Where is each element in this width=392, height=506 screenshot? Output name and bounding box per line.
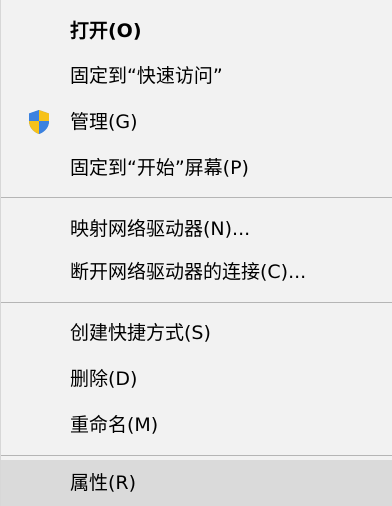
menu-item-label: 管理(G)	[70, 111, 138, 133]
menu-item-label: 断开网络驱动器的连接(C)...	[70, 261, 307, 283]
menu-item-label: 映射网络驱动器(N)...	[70, 218, 251, 240]
menu-item-manage[interactable]: 管理(G)	[1, 99, 392, 145]
menu-item-disconnect-network-drive[interactable]: 断开网络驱动器的连接(C)...	[1, 249, 392, 295]
menu-item-open[interactable]: 打开(O)	[1, 8, 392, 54]
menu-item-pin-quick-access[interactable]: 固定到“快速访问”	[1, 53, 392, 99]
menu-item-create-shortcut[interactable]: 创建快捷方式(S)	[1, 310, 392, 356]
menu-item-label: 属性(R)	[70, 472, 137, 494]
menu-item-properties[interactable]: 属性(R)	[1, 460, 392, 506]
menu-separator	[1, 197, 392, 198]
menu-separator	[1, 302, 392, 303]
menu-item-map-network-drive[interactable]: 映射网络驱动器(N)...	[1, 206, 392, 252]
menu-item-delete[interactable]: 删除(D)	[1, 356, 392, 402]
menu-item-rename[interactable]: 重命名(M)	[1, 402, 392, 448]
menu-separator	[1, 455, 392, 456]
menu-item-label: 固定到“开始”屏幕(P)	[70, 157, 249, 179]
context-menu: 打开(O) 固定到“快速访问” 管理(G) 固定到“开始”屏幕(P) 映射网络驱…	[0, 0, 392, 506]
uac-shield-icon	[29, 110, 49, 134]
menu-item-label: 固定到“快速访问”	[70, 65, 223, 87]
menu-item-label: 创建快捷方式(S)	[70, 322, 211, 344]
menu-item-label: 打开(O)	[70, 20, 142, 42]
menu-item-label: 删除(D)	[70, 368, 138, 390]
menu-item-pin-start[interactable]: 固定到“开始”屏幕(P)	[1, 145, 392, 191]
menu-item-label: 重命名(M)	[70, 414, 159, 436]
